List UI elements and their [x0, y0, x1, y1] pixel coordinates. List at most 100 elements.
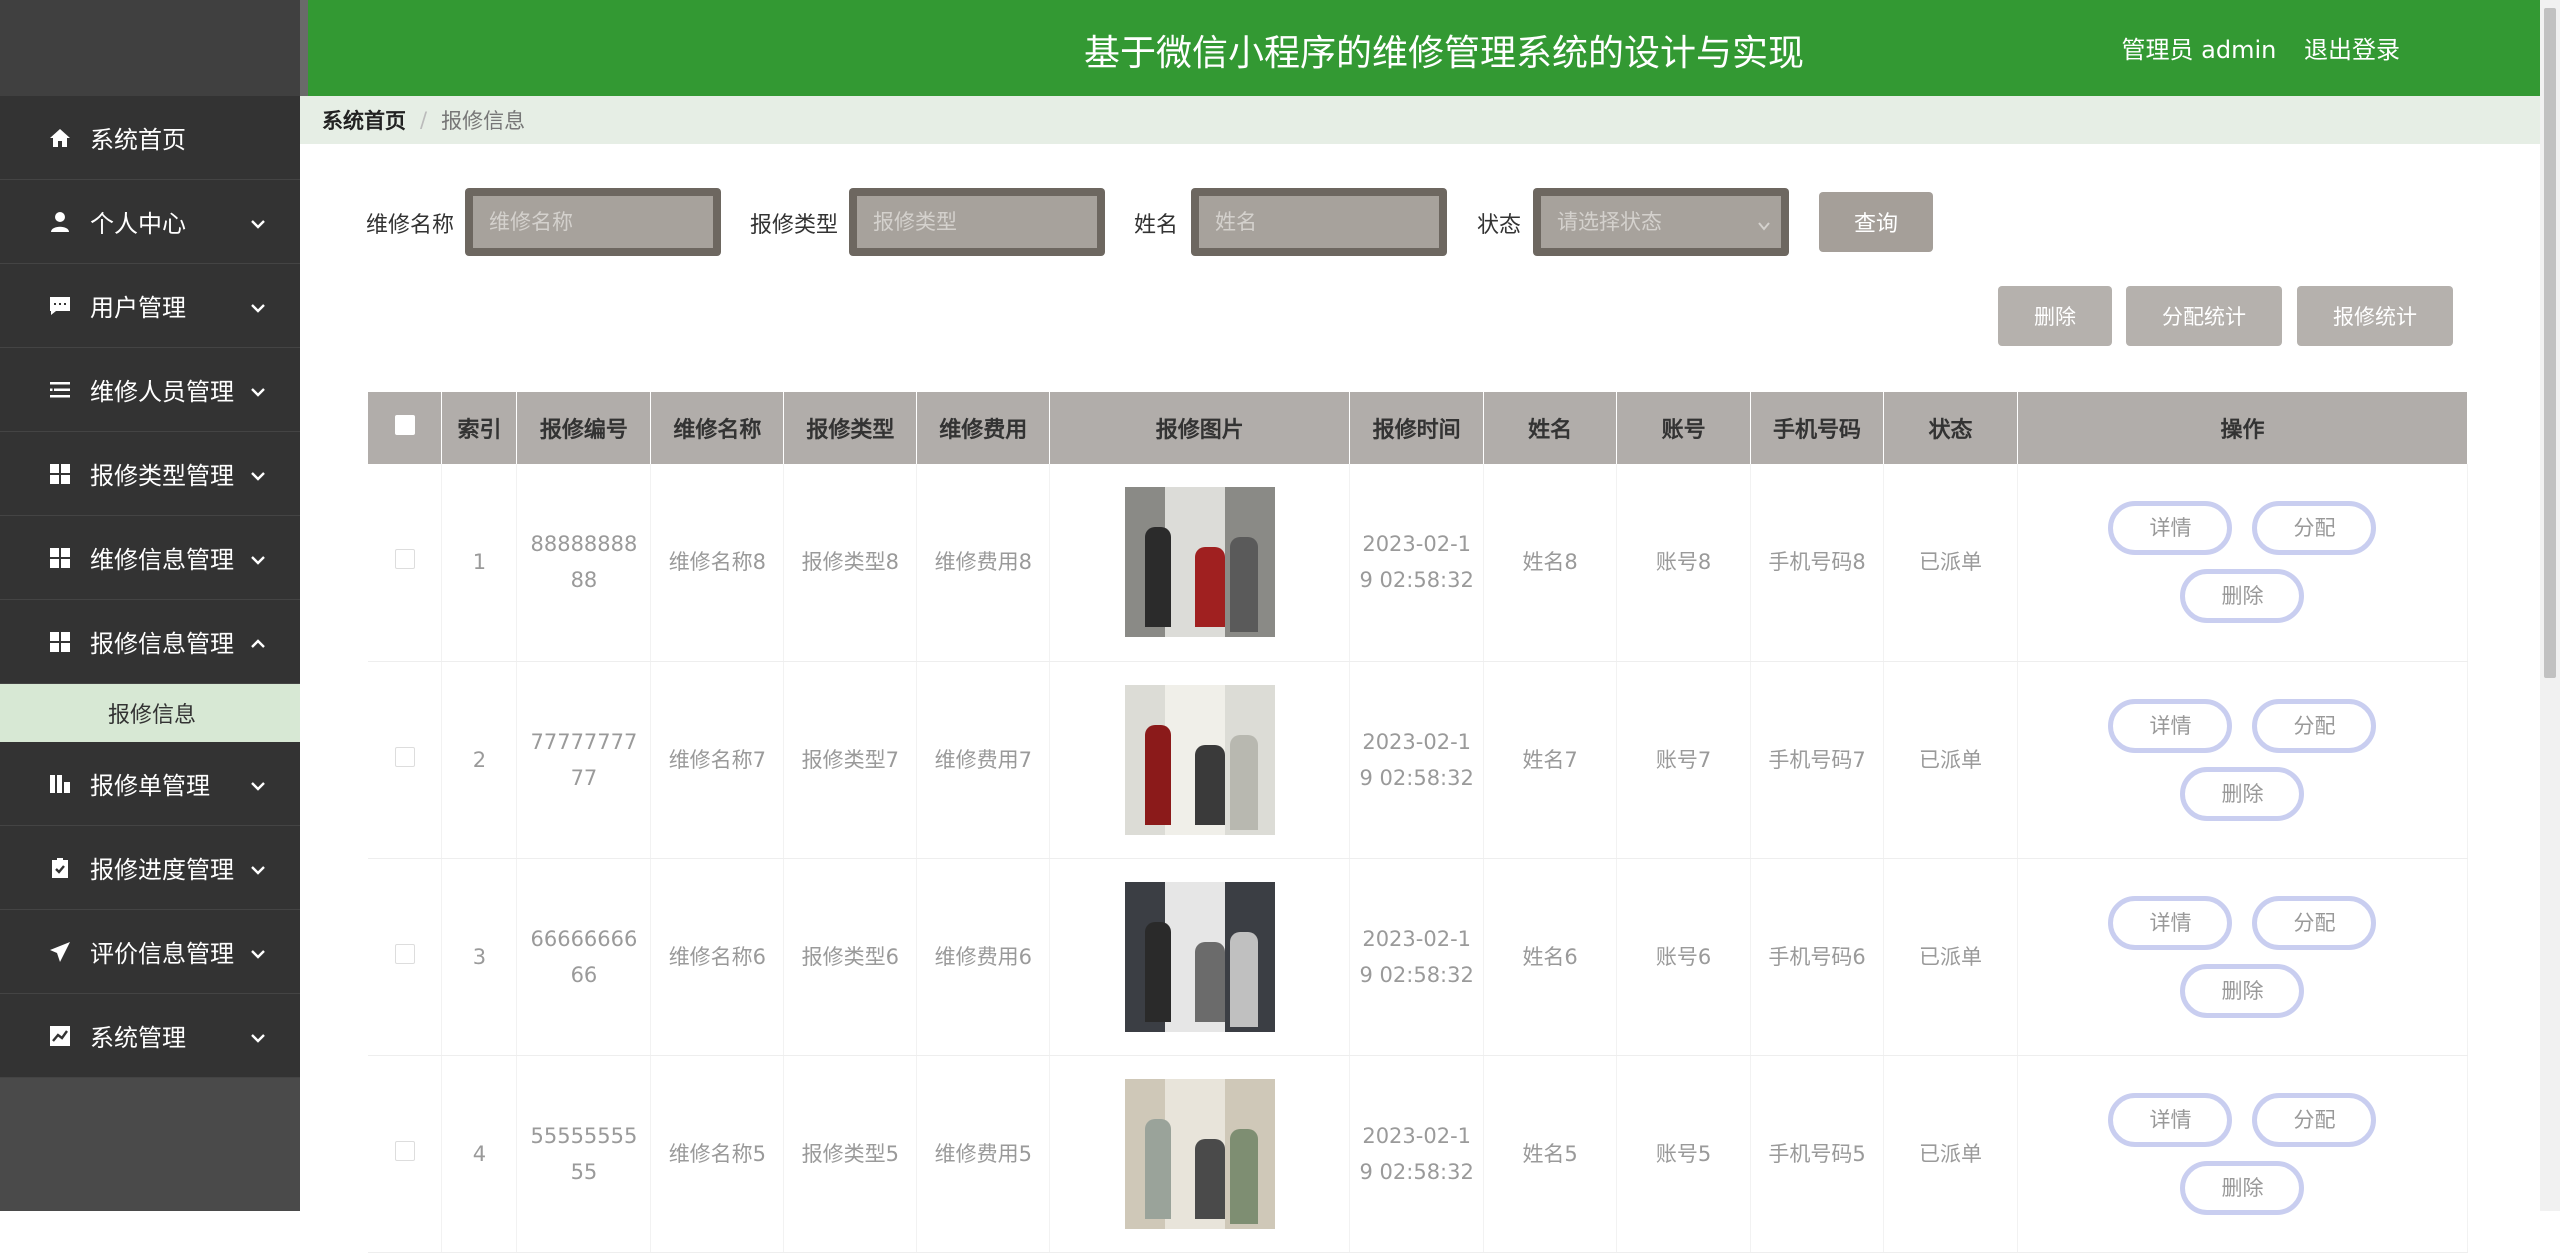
grid-icon	[46, 544, 74, 572]
operations-cell: 详情 分配删除	[2017, 661, 2469, 859]
person-name-field	[1191, 188, 1447, 256]
phone-cell: 手机号码7	[1750, 661, 1885, 859]
repair-type-cell: 报修类型5	[783, 1055, 918, 1253]
sidebar: 系统首页 个人中心 用户管理 维修人员管理 报修类型管理维修信息管理报修信息管理 报修信息…	[0, 0, 300, 1211]
operations-cell: 详情 分配删除	[2017, 464, 2469, 662]
repair-type-cell: 报修类型8	[783, 464, 918, 662]
sidebar-item[interactable]: 报修信息管理	[0, 600, 300, 684]
row-checkbox[interactable]	[394, 746, 415, 767]
status-cell: 已派单	[1883, 1055, 2018, 1253]
sidebar-item[interactable]: 评价信息管理	[0, 910, 300, 994]
row-actions: 详情 分配删除	[2102, 1092, 2382, 1215]
table-row: 4 5555555555 维修名称5 报修类型5 维修费用5 2023-02-19 02:…	[368, 1055, 2469, 1253]
repair-type-input[interactable]	[857, 196, 1097, 248]
status-select[interactable]	[1533, 188, 1789, 256]
status-label: 状态	[1477, 213, 1522, 238]
row-select-cell	[368, 1055, 443, 1253]
grid-icon	[46, 628, 74, 656]
col-header: 报修编号	[516, 392, 652, 464]
person-name-label: 姓名	[1134, 213, 1179, 238]
col-header: 报修图片	[1049, 392, 1351, 464]
user-label: 管理员 admin	[2121, 36, 2277, 64]
col-header: 姓名	[1483, 392, 1618, 464]
table-header-row: 索引 报修编号 维修名称 报修类型 维修费用 报修图片 报修时间 姓名 账号 手…	[368, 392, 2469, 464]
col-header: 维修名称	[650, 392, 785, 464]
repair-photo	[1124, 1078, 1275, 1229]
chevron-down-icon	[248, 296, 268, 316]
sidebar-subitem-active[interactable]: 报修信息	[0, 684, 300, 742]
sidebar-item[interactable]: 维修人员管理	[0, 348, 300, 432]
repair-stats-button[interactable]: 报修统计	[2297, 286, 2453, 346]
person-cell: 姓名6	[1483, 858, 1618, 1056]
sidebar-item[interactable]: 报修单管理	[0, 742, 300, 826]
sidebar-item[interactable]: 报修进度管理	[0, 826, 300, 910]
sidebar-item[interactable]: 系统管理	[0, 994, 300, 1078]
table-row: 3 6666666666 维修名称6 报修类型6 维修费用6 2023-02-19 02:…	[368, 858, 2469, 1056]
fee-cell: 维修费用7	[916, 661, 1051, 859]
sidebar-item[interactable]: 报修类型管理	[0, 432, 300, 516]
col-header: 维修费用	[916, 392, 1051, 464]
repair-name-label: 维修名称	[366, 213, 455, 238]
row-delete-button[interactable]: 删除	[2180, 766, 2305, 821]
select-all-cell	[368, 392, 443, 464]
repair-name-cell: 维修名称5	[650, 1055, 785, 1253]
scrollbar[interactable]	[2540, 0, 2560, 1211]
row-delete-button[interactable]: 删除	[2180, 1160, 2305, 1215]
home-icon	[46, 124, 74, 152]
scrollbar-thumb[interactable]	[2544, 8, 2556, 678]
photo-cell	[1049, 858, 1351, 1056]
person-name-input[interactable]	[1199, 196, 1439, 248]
row-checkbox[interactable]	[394, 1140, 415, 1161]
fee-cell: 维修费用6	[916, 858, 1051, 1056]
detail-button[interactable]: 详情	[2108, 1092, 2233, 1147]
assign-button[interactable]: 分配	[2252, 501, 2377, 556]
breadcrumb-home[interactable]: 系统首页	[322, 105, 406, 135]
sidebar-item[interactable]: 个人中心	[0, 180, 300, 264]
sidebar-item[interactable]: 系统首页	[0, 96, 300, 180]
detail-button[interactable]: 详情	[2108, 895, 2233, 950]
chevron-down-icon	[1757, 218, 1771, 232]
status-select-input[interactable]	[1541, 196, 1781, 248]
code-cell: 5555555555	[516, 1055, 652, 1253]
sidebar-item-label: 维修信息管理	[90, 546, 234, 574]
fee-cell: 维修费用5	[916, 1055, 1051, 1253]
chevron-down-icon	[248, 464, 268, 484]
row-checkbox[interactable]	[394, 549, 415, 570]
repair-photo	[1124, 487, 1275, 638]
row-delete-button[interactable]: 删除	[2180, 569, 2305, 624]
detail-button[interactable]: 详情	[2108, 501, 2233, 556]
detail-button[interactable]: 详情	[2108, 698, 2233, 753]
row-checkbox[interactable]	[394, 943, 415, 964]
assign-button[interactable]: 分配	[2252, 698, 2377, 753]
row-delete-button[interactable]: 删除	[2180, 963, 2305, 1018]
trend-icon	[46, 1022, 74, 1050]
col-header: 手机号码	[1750, 392, 1885, 464]
sidebar-item-label: 报修单管理	[90, 772, 210, 800]
sidebar-item-label: 系统管理	[90, 1024, 186, 1052]
time-cell: 2023-02-19 02:58:32	[1349, 661, 1485, 859]
send-icon	[46, 938, 74, 966]
sidebar-logo-area	[0, 0, 300, 96]
batch-delete-button[interactable]: 删除	[1998, 286, 2112, 346]
assign-stats-button[interactable]: 分配统计	[2126, 286, 2282, 346]
query-button[interactable]: 查询	[1819, 192, 1933, 252]
logout-link[interactable]: 退出登录	[2304, 36, 2400, 64]
select-all-checkbox[interactable]	[394, 415, 415, 435]
col-header: 报修类型	[783, 392, 918, 464]
row-select-cell	[368, 661, 443, 859]
col-header: 状态	[1883, 392, 2018, 464]
repair-name-input[interactable]	[473, 196, 713, 248]
time-cell: 2023-02-19 02:58:32	[1349, 1055, 1485, 1253]
account-cell: 账号5	[1616, 1055, 1752, 1253]
assign-button[interactable]: 分配	[2252, 1092, 2377, 1147]
col-header: 操作	[2017, 392, 2469, 464]
index-cell: 4	[441, 1055, 518, 1253]
grid-icon	[46, 460, 74, 488]
repair-type-cell: 报修类型6	[783, 858, 918, 1056]
sidebar-item[interactable]: 维修信息管理	[0, 516, 300, 600]
time-cell: 2023-02-19 02:58:32	[1349, 858, 1485, 1056]
assign-button[interactable]: 分配	[2252, 895, 2377, 950]
sidebar-item[interactable]: 用户管理	[0, 264, 300, 348]
status-cell: 已派单	[1883, 858, 2018, 1056]
index-cell: 3	[441, 858, 518, 1056]
